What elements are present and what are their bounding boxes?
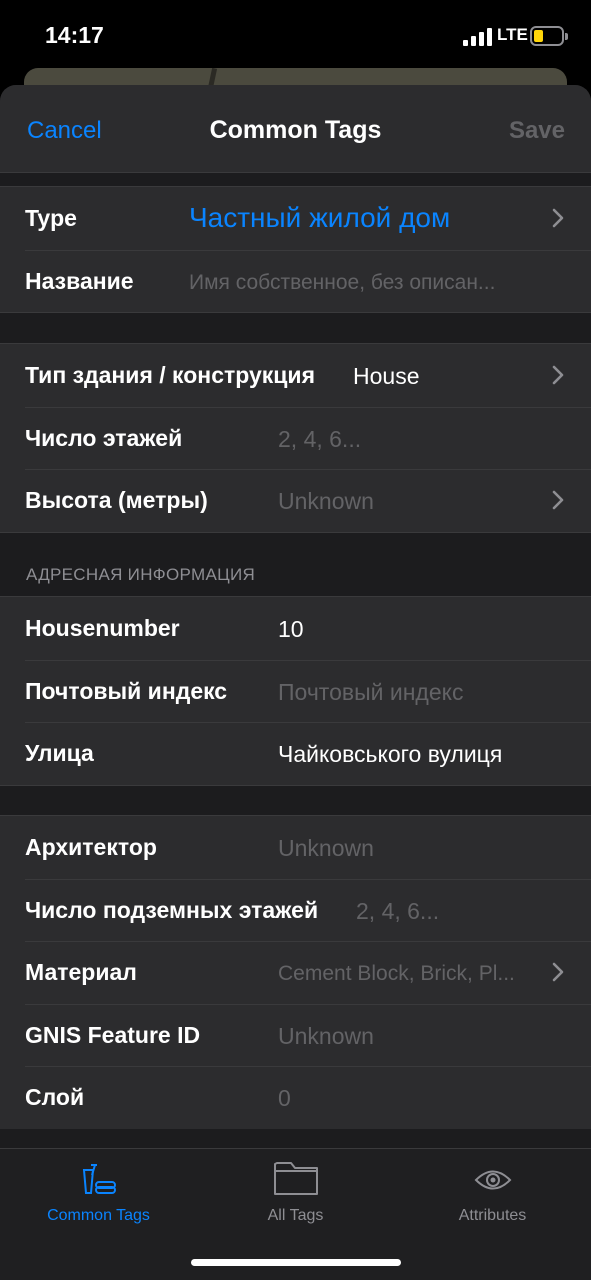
folder-icon bbox=[273, 1162, 318, 1195]
postcode-input[interactable]: Почтовый индекс bbox=[278, 679, 463, 706]
cancel-button[interactable]: Cancel bbox=[27, 117, 102, 145]
tag-editor-sheet: Cancel Common Tags Save Type Частный жил… bbox=[0, 85, 591, 1280]
postcode-label: Почтовый индекс bbox=[25, 677, 228, 704]
levels-row[interactable]: Число этажей 2, 4, 6... bbox=[0, 406, 591, 470]
battery-icon bbox=[530, 26, 568, 46]
home-indicator[interactable] bbox=[191, 1259, 401, 1266]
navigation-bar: Cancel Common Tags Save bbox=[0, 85, 591, 173]
type-label: Type bbox=[25, 205, 77, 231]
postcode-row[interactable]: Почтовый индекс Почтовый индекс bbox=[0, 659, 591, 723]
architect-input[interactable]: Unknown bbox=[278, 835, 374, 862]
chevron-right-icon bbox=[552, 490, 564, 510]
name-row[interactable]: Название Имя собственное, без описан... bbox=[0, 249, 591, 313]
underground-levels-row[interactable]: Число подземных этажей 2, 4, 6... bbox=[0, 878, 591, 942]
underground-levels-input[interactable]: 2, 4, 6... bbox=[356, 898, 439, 925]
material-row[interactable]: Материал Cement Block, Brick, Pl... bbox=[0, 941, 591, 1004]
levels-label: Число этажей bbox=[25, 424, 183, 451]
material-label: Материал bbox=[25, 959, 137, 985]
height-label: Высота (метры) bbox=[25, 487, 208, 513]
street-label: Улица bbox=[25, 740, 94, 766]
chevron-right-icon bbox=[552, 208, 564, 228]
gnis-label: GNIS Feature ID bbox=[25, 1021, 201, 1048]
name-label: Название bbox=[25, 267, 134, 294]
housenumber-row[interactable]: Housenumber 10 bbox=[0, 597, 591, 660]
tab-all-tags[interactable]: All Tags bbox=[197, 1149, 394, 1249]
underground-levels-label: Число подземных этажей bbox=[25, 896, 319, 923]
status-bar: 14:17 LTE bbox=[0, 0, 591, 72]
save-button[interactable]: Save bbox=[509, 117, 565, 145]
building-group: Тип здания / конструкция House Число эта… bbox=[0, 343, 591, 533]
height-input[interactable]: Unknown bbox=[278, 488, 374, 515]
architect-row[interactable]: Архитектор Unknown bbox=[0, 816, 591, 879]
tab-label: All Tags bbox=[267, 1207, 324, 1224]
building-type-label: Тип здания / конструкция bbox=[25, 362, 315, 388]
common-tags-icon bbox=[82, 1164, 116, 1194]
levels-input[interactable]: 2, 4, 6... bbox=[278, 426, 361, 453]
signal-icon bbox=[463, 28, 493, 46]
tab-common-tags[interactable]: Common Tags bbox=[0, 1149, 197, 1249]
name-input[interactable]: Имя собственное, без описан... bbox=[189, 271, 495, 295]
tab-label: Common Tags bbox=[47, 1207, 150, 1224]
address-section-header: АДРЕСНАЯ ИНФОРМАЦИЯ bbox=[26, 565, 256, 584]
address-group: Housenumber 10 Почтовый индекс Почтовый … bbox=[0, 596, 591, 786]
layer-input[interactable]: 0 bbox=[278, 1085, 291, 1112]
material-input[interactable]: Cement Block, Brick, Pl... bbox=[278, 962, 515, 986]
housenumber-label: Housenumber bbox=[25, 615, 180, 641]
status-time: 14:17 bbox=[45, 22, 104, 48]
layer-label: Слой bbox=[25, 1084, 85, 1110]
housenumber-input[interactable]: 10 bbox=[278, 616, 304, 643]
chevron-right-icon bbox=[552, 962, 564, 982]
building-type-value[interactable]: House bbox=[353, 363, 419, 390]
height-row[interactable]: Высота (метры) Unknown bbox=[0, 469, 591, 532]
layer-row[interactable]: Слой 0 bbox=[0, 1066, 591, 1129]
gnis-input[interactable]: Unknown bbox=[278, 1023, 374, 1050]
street-input[interactable]: Чайковського вулиця bbox=[278, 741, 502, 768]
type-value[interactable]: Частный жилой дом bbox=[189, 202, 450, 234]
network-type: LTE bbox=[497, 25, 528, 44]
chevron-right-icon bbox=[552, 365, 564, 385]
eye-icon bbox=[474, 1170, 511, 1190]
street-row[interactable]: Улица Чайковського вулиця bbox=[0, 722, 591, 785]
building-type-row[interactable]: Тип здания / конструкция House bbox=[0, 344, 591, 407]
tab-attributes[interactable]: Attributes bbox=[394, 1149, 591, 1249]
gnis-row[interactable]: GNIS Feature ID Unknown bbox=[0, 1003, 591, 1067]
extra-group: Архитектор Unknown Число подземных этаже… bbox=[0, 815, 591, 1129]
architect-label: Архитектор bbox=[25, 834, 157, 860]
type-row[interactable]: Type Частный жилой дом bbox=[0, 187, 591, 250]
general-group: Type Частный жилой дом Название Имя собс… bbox=[0, 186, 591, 313]
tab-label: Attributes bbox=[458, 1207, 527, 1224]
